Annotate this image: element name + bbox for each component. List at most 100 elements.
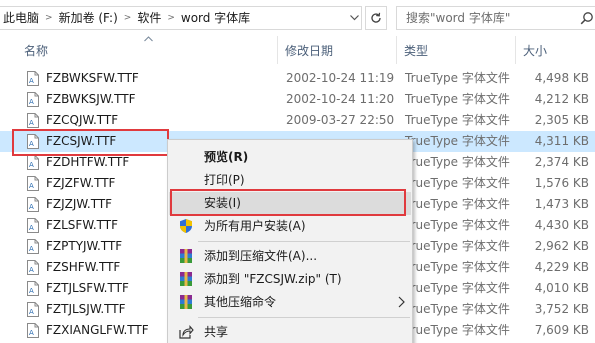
- search-icon[interactable]: [580, 11, 594, 25]
- uac-shield-icon: [180, 219, 192, 233]
- breadcrumb[interactable]: 此电脑 > 新加卷 (F:) > 软件 > word 字体库: [0, 6, 362, 30]
- file-type: TrueType 字体文件: [405, 134, 510, 148]
- share-icon: [179, 325, 194, 339]
- file-size: 2,962 KB: [534, 239, 589, 253]
- svg-text:A: A: [29, 203, 34, 211]
- file-size: 7,609 KB: [534, 323, 589, 337]
- svg-text:A: A: [29, 161, 34, 169]
- file-size: 3,752 KB: [534, 302, 589, 316]
- menu-item-label: 添加到 "FZCSJW.zip" (T): [204, 272, 342, 286]
- search-box[interactable]: [396, 6, 595, 30]
- column-header-name[interactable]: 名称: [24, 42, 48, 59]
- file-size: 4,498 KB: [534, 71, 589, 85]
- font-file-icon: A: [27, 260, 39, 275]
- file-type: TrueType 字体文件: [405, 71, 510, 85]
- file-size: 4,430 KB: [534, 218, 589, 232]
- refresh-button[interactable]: [365, 6, 387, 30]
- file-size: 2,374 KB: [534, 155, 589, 169]
- file-size: 1,473 KB: [534, 197, 589, 211]
- font-file-icon: A: [27, 71, 39, 86]
- svg-text:A: A: [29, 98, 34, 106]
- menu-item-label: 预览(R): [204, 150, 249, 164]
- file-type: TrueType 字体文件: [405, 92, 510, 106]
- font-file-icon: A: [27, 323, 39, 338]
- menu-item-label: 其他压缩命令: [204, 295, 277, 309]
- address-bar: 此电脑 > 新加卷 (F:) > 软件 > word 字体库: [0, 0, 595, 36]
- file-type: TrueType 字体文件: [405, 176, 510, 190]
- font-file-icon: A: [27, 155, 39, 170]
- font-file-icon: A: [27, 113, 39, 128]
- chevron-right-icon: [398, 296, 405, 308]
- file-date: 2002-10-24 11:20: [286, 92, 395, 106]
- column-divider[interactable]: [396, 36, 397, 64]
- font-file-icon: A: [27, 239, 39, 254]
- file-type: TrueType 字体文件: [405, 281, 510, 295]
- font-file-icon: A: [27, 176, 39, 191]
- chevron-down-icon: [349, 15, 359, 21]
- svg-text:A: A: [29, 308, 34, 316]
- file-size: 1,576 KB: [534, 176, 589, 190]
- breadcrumb-word-fonts[interactable]: word 字体库: [177, 7, 254, 29]
- file-type: TrueType 字体文件: [405, 155, 510, 169]
- font-file-icon: A: [27, 302, 39, 317]
- breadcrumb-software[interactable]: 软件: [133, 7, 165, 29]
- file-type: TrueType 字体文件: [405, 260, 510, 274]
- file-type: TrueType 字体文件: [405, 323, 510, 337]
- breadcrumb-drive-f[interactable]: 新加卷 (F:): [55, 7, 122, 29]
- font-file-icon: A: [27, 92, 39, 107]
- file-row[interactable]: A FZCQJW.TTF 2009-03-27 22:50 TrueType 字…: [0, 110, 595, 131]
- font-file-icon: A: [27, 281, 39, 296]
- search-input[interactable]: [397, 11, 577, 25]
- file-size: 2,305 KB: [534, 113, 589, 127]
- file-name: FZBWKSFW.TTF: [46, 71, 139, 85]
- file-row[interactable]: A FZBWKSJW.TTF 2002-10-24 11:20 TrueType…: [0, 89, 595, 110]
- winrar-archive-icon: [180, 272, 192, 286]
- column-header-type[interactable]: 类型: [404, 42, 428, 59]
- breadcrumb-this-pc[interactable]: 此电脑: [0, 7, 43, 29]
- column-divider[interactable]: [515, 36, 516, 64]
- file-name: FZLSFW.TTF: [46, 218, 118, 232]
- file-date: 2002-10-24 11:19: [286, 71, 395, 85]
- sort-ascending-icon: [144, 36, 153, 42]
- svg-text:A: A: [29, 224, 34, 232]
- column-header-size[interactable]: 大小: [523, 42, 547, 59]
- menu-item-preview[interactable]: 预览(R): [169, 146, 411, 169]
- file-name: FZJZJW.TTF: [46, 197, 113, 211]
- menu-item-label: 打印(P): [204, 173, 245, 187]
- file-size: 4,229 KB: [534, 260, 589, 274]
- file-name: FZXIANGLFW.TTF: [46, 323, 149, 337]
- file-name: FZDHTFW.TTF: [46, 155, 130, 169]
- file-name: FZPTYJW.TTF: [46, 239, 123, 253]
- file-name: FZTJLSFW.TTF: [46, 281, 129, 295]
- breadcrumb-chevron-icon[interactable]: >: [43, 13, 55, 23]
- column-divider[interactable]: [277, 36, 278, 64]
- menu-separator: [198, 241, 410, 242]
- svg-text:A: A: [29, 119, 34, 127]
- menu-item-other-compress[interactable]: 其他压缩命令: [169, 291, 411, 314]
- menu-item-label: 共享: [204, 325, 229, 339]
- svg-text:A: A: [29, 182, 34, 190]
- menu-item-share[interactable]: 共享: [169, 321, 411, 343]
- menu-item-label: 添加到压缩文件(A)...: [204, 249, 318, 263]
- file-date: 2009-03-27 22:50: [286, 113, 395, 127]
- breadcrumb-chevron-icon[interactable]: >: [122, 13, 134, 23]
- file-name: FZJZFW.TTF: [46, 176, 116, 190]
- file-name: FZSHFW.TTF: [46, 260, 121, 274]
- menu-item-label: 为所有用户安装(A): [204, 219, 306, 233]
- breadcrumb-chevron-icon[interactable]: >: [165, 13, 177, 23]
- file-name: FZCQJW.TTF: [46, 113, 119, 127]
- menu-item-install-all-users[interactable]: 为所有用户安装(A): [169, 215, 411, 238]
- file-name: FZTJLSJW.TTF: [46, 302, 126, 316]
- address-history-dropdown[interactable]: [346, 7, 362, 29]
- menu-separator: [198, 317, 410, 318]
- file-name: FZBWKSJW.TTF: [46, 92, 136, 106]
- winrar-archive-icon: [180, 295, 192, 309]
- font-file-icon: A: [27, 218, 39, 233]
- menu-item-add-to-archive[interactable]: 添加到压缩文件(A)...: [169, 245, 411, 268]
- selected-file-highlight: [12, 129, 169, 156]
- font-file-icon: A: [27, 197, 39, 212]
- file-row[interactable]: A FZBWKSFW.TTF 2002-10-24 11:19 TrueType…: [0, 68, 595, 89]
- column-header-date[interactable]: 修改日期: [285, 42, 333, 59]
- context-menu: 预览(R) 打印(P) 安装(I) 为所有用户安装(A) 添加到压缩文件(A).…: [167, 139, 413, 343]
- menu-item-add-to-zip[interactable]: 添加到 "FZCSJW.zip" (T): [169, 268, 411, 291]
